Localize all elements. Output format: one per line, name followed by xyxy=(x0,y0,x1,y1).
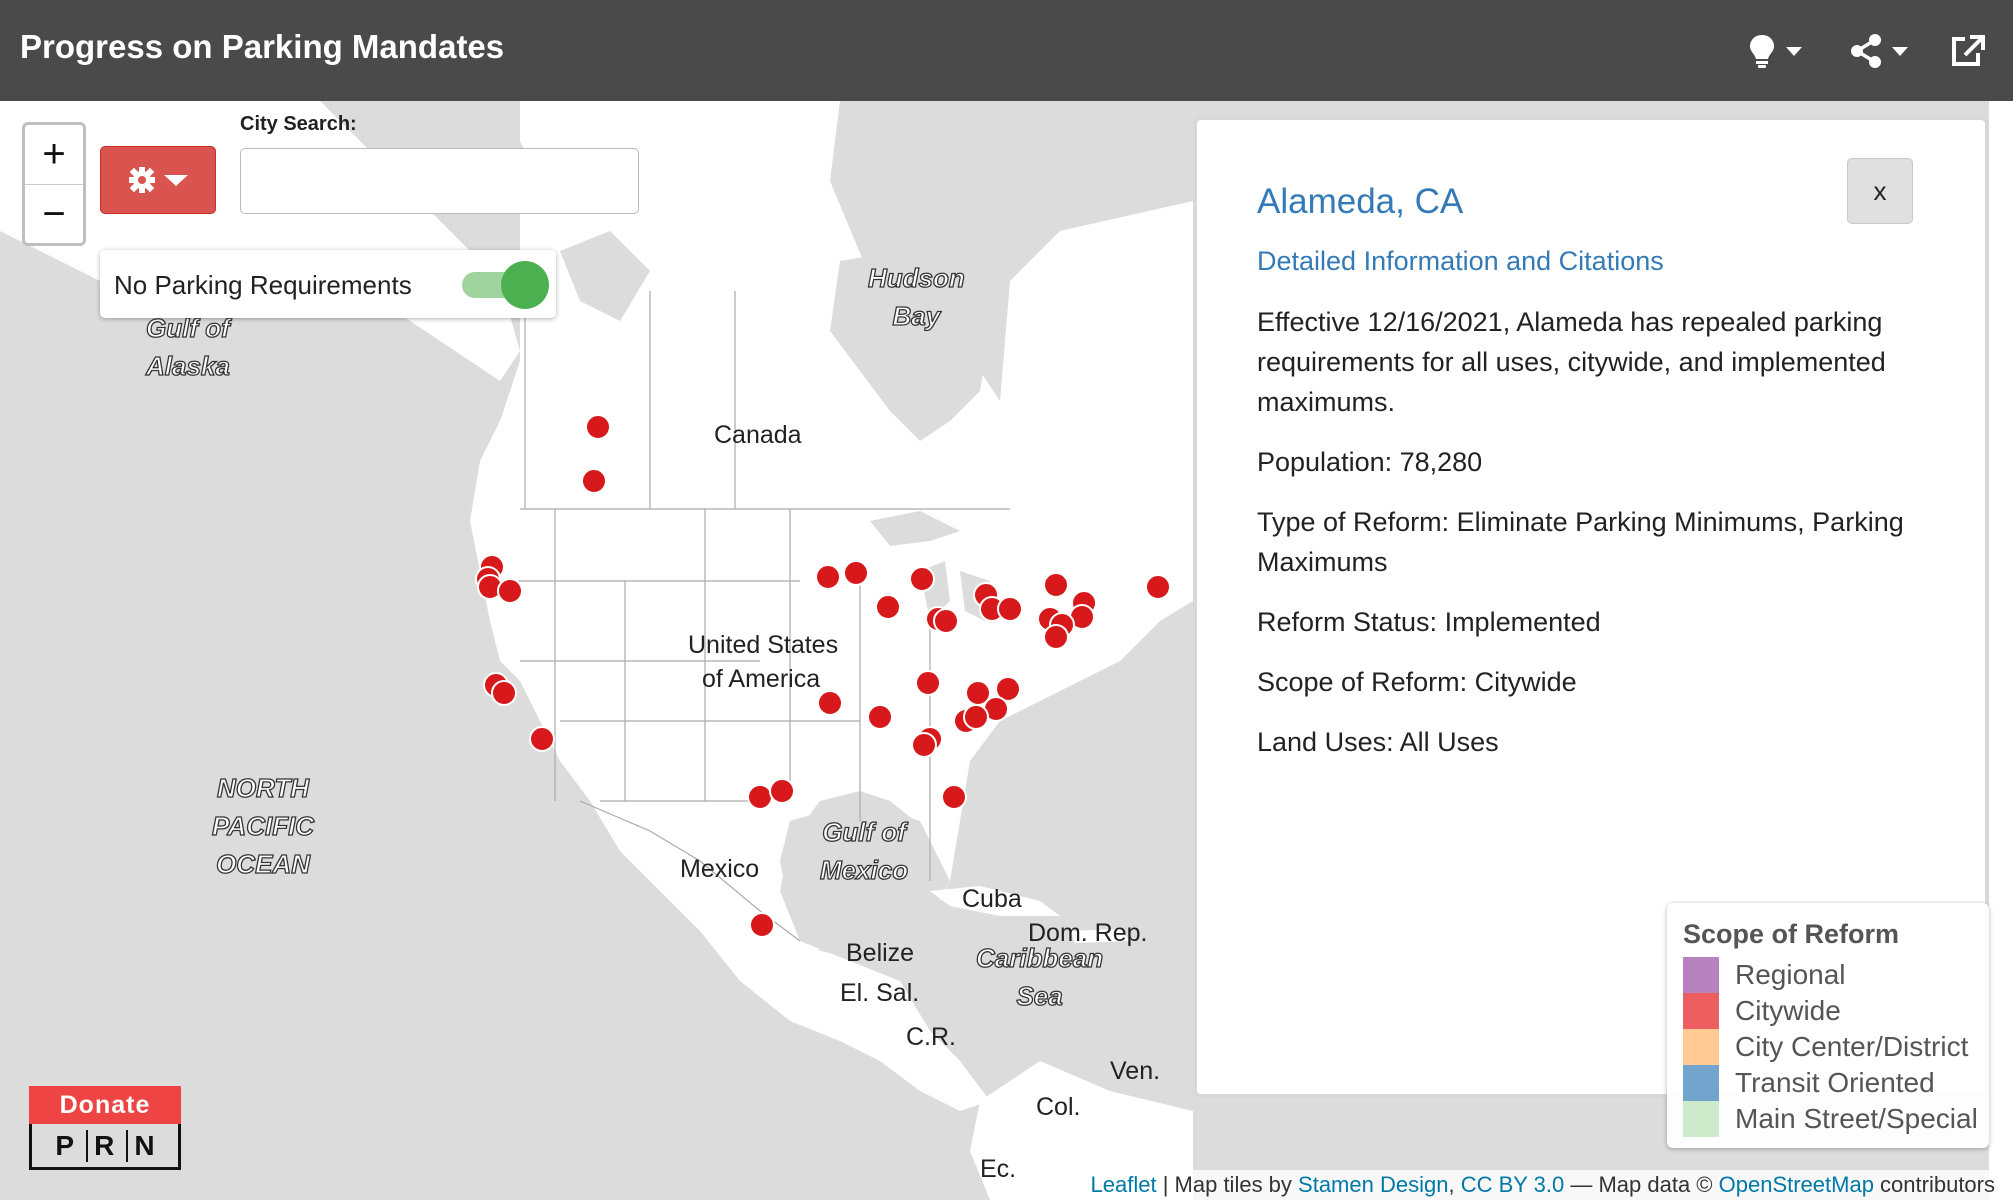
panel-population: Population: 78,280 xyxy=(1257,447,1483,477)
city-marker[interactable] xyxy=(875,594,901,620)
label-ec: Ec. xyxy=(980,1155,1017,1183)
legend-swatch xyxy=(1683,993,1719,1029)
city-marker[interactable] xyxy=(933,608,959,634)
license-link[interactable]: CC BY 3.0 xyxy=(1461,1172,1565,1197)
label-el-sal: El. Sal. xyxy=(840,979,920,1007)
label-gulf-of-mexico: Gulf of Mexico xyxy=(819,816,909,885)
city-marker[interactable] xyxy=(915,670,941,696)
legend-swatch xyxy=(1683,1029,1719,1065)
city-marker[interactable] xyxy=(1145,574,1171,600)
app-title: Progress on Parking Mandates xyxy=(20,28,505,65)
city-marker[interactable] xyxy=(815,564,841,590)
city-marker[interactable] xyxy=(1043,624,1069,650)
donate-label: Donate xyxy=(29,1086,181,1124)
open-external-button[interactable] xyxy=(1950,30,1986,72)
label-col: Col. xyxy=(1036,1093,1081,1121)
city-marker[interactable] xyxy=(909,566,935,592)
prn-logo: PRN xyxy=(29,1124,181,1170)
legend-label: Regional xyxy=(1735,959,1846,990)
label-north-pacific: NORTH PACIFIC OCEAN xyxy=(211,772,315,879)
city-marker[interactable] xyxy=(963,704,989,730)
city-marker[interactable] xyxy=(585,414,611,440)
label-usa-line2: of America xyxy=(702,665,821,693)
gear-icon xyxy=(129,167,155,193)
lightbulb-icon xyxy=(1750,35,1774,68)
chevron-down-icon xyxy=(164,174,188,186)
chevron-down-icon xyxy=(1786,46,1802,56)
toggle-switch-knob[interactable] xyxy=(501,261,549,309)
zoom-out-button[interactable]: − xyxy=(25,185,83,244)
label-hudson-bay: Hudson Bay xyxy=(867,262,965,331)
stamen-link[interactable]: Stamen Design xyxy=(1298,1172,1448,1197)
city-marker[interactable] xyxy=(497,578,523,604)
city-marker[interactable] xyxy=(491,680,517,706)
legend-swatch xyxy=(1683,957,1719,993)
label-gulf-of-alaska: Gulf of Alaska xyxy=(145,312,230,381)
city-marker[interactable] xyxy=(997,596,1023,622)
toggle-label: No Parking Requirements xyxy=(114,270,412,300)
label-cuba: Cuba xyxy=(962,885,1022,913)
legend-item: Regional xyxy=(1683,957,1846,993)
legend-item: City Center/District xyxy=(1683,1029,1968,1065)
top-bar: Progress on Parking Mandates xyxy=(0,0,2013,101)
city-marker[interactable] xyxy=(1043,572,1069,598)
city-marker[interactable] xyxy=(867,704,893,730)
panel-description: Effective 12/16/2021, Alameda has repeal… xyxy=(1257,307,1886,417)
city-search-label: City Search: xyxy=(240,113,357,135)
city-marker[interactable] xyxy=(911,732,937,758)
chevron-down-icon xyxy=(1892,46,1908,56)
panel-land-uses: Land Uses: All Uses xyxy=(1257,727,1499,757)
city-marker[interactable] xyxy=(817,690,843,716)
external-link-icon xyxy=(1952,35,1985,66)
label-caribbean-sea: Caribbean Sea xyxy=(975,942,1104,1011)
settings-dropdown-button[interactable] xyxy=(100,146,216,214)
legend-swatch xyxy=(1683,1065,1719,1101)
city-marker[interactable] xyxy=(941,784,967,810)
no-parking-requirements-filter: No Parking Requirements xyxy=(100,250,556,318)
city-marker[interactable] xyxy=(769,778,795,804)
city-marker[interactable] xyxy=(749,912,775,938)
legend-item: Citywide xyxy=(1683,993,1841,1029)
legend-label: Main Street/Special xyxy=(1735,1103,1978,1134)
city-marker[interactable] xyxy=(581,468,607,494)
label-belize: Belize xyxy=(846,939,915,967)
label-ven: Ven. xyxy=(1110,1057,1161,1085)
city-search-input[interactable] xyxy=(240,148,639,214)
legend-title: Scope of Reform xyxy=(1683,919,1900,949)
panel-reform-type: Type of Reform: Eliminate Parking Minimu… xyxy=(1257,507,1904,577)
legend-label: City Center/District xyxy=(1735,1031,1969,1062)
map-attribution: Leaflet | Map tiles by Stamen Design, CC… xyxy=(1084,1170,2001,1200)
details-citations-link[interactable]: Detailed Information and Citations xyxy=(1257,246,1664,277)
donate-logo-button[interactable]: Donate PRN xyxy=(29,1086,181,1172)
close-button[interactable]: x xyxy=(1847,158,1913,224)
osm-link[interactable]: OpenStreetMap xyxy=(1719,1172,1874,1197)
legend-item: Transit Oriented xyxy=(1683,1065,1935,1101)
city-marker[interactable] xyxy=(843,560,869,586)
city-marker[interactable] xyxy=(529,726,555,752)
label-canada: Canada xyxy=(714,421,802,449)
label-cr: C.R. xyxy=(906,1023,956,1051)
panel-city-title: Alameda, CA xyxy=(1257,182,1464,221)
panel-scope: Scope of Reform: Citywide xyxy=(1257,667,1577,697)
zoom-control: + − xyxy=(22,122,86,246)
label-mexico: Mexico xyxy=(680,855,760,883)
legend-label: Citywide xyxy=(1735,995,1841,1026)
label-usa-line1: United States xyxy=(688,631,839,659)
legend-swatch xyxy=(1683,1101,1719,1137)
leaflet-link[interactable]: Leaflet xyxy=(1091,1172,1157,1197)
share-menu-button[interactable] xyxy=(1850,30,1908,72)
legend-item: Main Street/Special xyxy=(1683,1101,1978,1137)
zoom-in-button[interactable]: + xyxy=(25,125,83,185)
ideas-menu-button[interactable] xyxy=(1748,30,1802,72)
panel-reform-status: Reform Status: Implemented xyxy=(1257,607,1601,637)
legend: Scope of Reform Regional Citywide City C… xyxy=(1667,903,1989,1148)
share-icon xyxy=(1851,34,1881,68)
legend-label: Transit Oriented xyxy=(1735,1067,1935,1098)
